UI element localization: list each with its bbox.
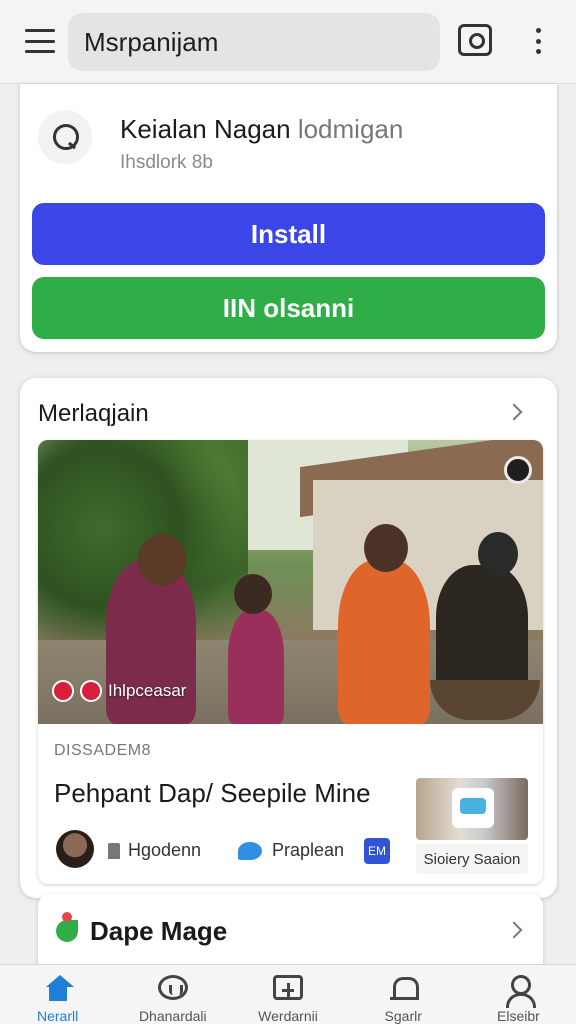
- nav-item-home[interactable]: Nerarll: [0, 965, 115, 1024]
- nav-label: Dhanardali: [138, 1008, 207, 1024]
- edit-icon: [108, 842, 120, 859]
- section-title: Merlaqjain: [38, 400, 149, 427]
- app-install-card: Keialan Nagan lodmigan Ihsdlork 8b Insta…: [20, 84, 557, 352]
- platform-name: Praplean: [272, 840, 345, 860]
- author-avatar[interactable]: [56, 830, 94, 868]
- photo-caption: Ihlpceasar: [52, 680, 186, 702]
- install-button[interactable]: Install: [32, 203, 545, 265]
- platform-badge: EM: [364, 838, 390, 864]
- camera-icon[interactable]: [458, 24, 492, 56]
- bus-app-icon: [452, 788, 494, 828]
- nav-item-notifications[interactable]: Sgarlr: [346, 965, 461, 1024]
- explore-icon: [157, 975, 188, 1000]
- leaf-icon: [56, 912, 78, 942]
- notifications-icon: [388, 975, 420, 1000]
- app-title: Keialan Nagan lodmigan: [120, 114, 403, 145]
- chevron-right-icon[interactable]: [505, 403, 523, 421]
- author-name: Hgodenn: [128, 840, 202, 860]
- hamburger-menu-icon[interactable]: [22, 26, 58, 56]
- author-info[interactable]: Hgodenn: [108, 840, 201, 861]
- promo-title: Dape Mage: [90, 916, 228, 946]
- chevron-right-icon[interactable]: [505, 921, 523, 939]
- record-icon: [80, 680, 102, 702]
- apps-icon: [273, 975, 303, 1000]
- app-logo-icon: [38, 110, 92, 164]
- bottom-navigation: Nerarll Dhanardali Werdarnii Sgarlr Else…: [0, 964, 576, 1024]
- platform-link[interactable]: Praplean: [238, 840, 344, 861]
- home-icon: [43, 975, 74, 1001]
- top-app-bar: Msrpanijam: [0, 0, 576, 84]
- app-title-suffix: lodmigan: [297, 114, 404, 144]
- nav-label: Nerarll: [36, 1008, 79, 1024]
- feature-card[interactable]: Ihlpceasar DISSADEM8 Pehpant Dap/ Seepil…: [38, 440, 543, 884]
- feature-photo[interactable]: Ihlpceasar: [38, 440, 543, 724]
- feature-headline[interactable]: Pehpant Dap/ Seepile Mine: [54, 778, 371, 809]
- nav-label: Elseibr: [497, 1008, 540, 1024]
- nav-label: Sgarlr: [384, 1008, 422, 1024]
- search-bar[interactable]: Msrpanijam: [68, 13, 440, 71]
- record-icon: [52, 680, 74, 702]
- app-subtitle: Ihsdlork 8b: [120, 152, 213, 173]
- feature-category: DISSADEM8: [54, 742, 151, 759]
- photo-caption-text: Ihlpceasar: [108, 681, 187, 700]
- bird-icon: [238, 841, 262, 860]
- feature-thumbnail[interactable]: [416, 778, 528, 840]
- more-vert-icon[interactable]: [526, 26, 550, 56]
- nav-item-apps[interactable]: Werdarnii: [230, 965, 345, 1024]
- nav-label: Werdarnii: [258, 1008, 318, 1024]
- thumbnail-label: Sioiery Saaion: [416, 844, 528, 874]
- photo-overlay-icon[interactable]: [504, 456, 532, 484]
- app-title-main: Keialan Nagan: [120, 114, 291, 144]
- search-text: Msrpanijam: [84, 26, 219, 57]
- nav-item-profile[interactable]: Elseibr: [461, 965, 576, 1024]
- profile-icon: [503, 975, 537, 1008]
- nav-item-explore[interactable]: Dhanardali: [115, 965, 230, 1024]
- secondary-action-button[interactable]: IIN olsanni: [32, 277, 545, 339]
